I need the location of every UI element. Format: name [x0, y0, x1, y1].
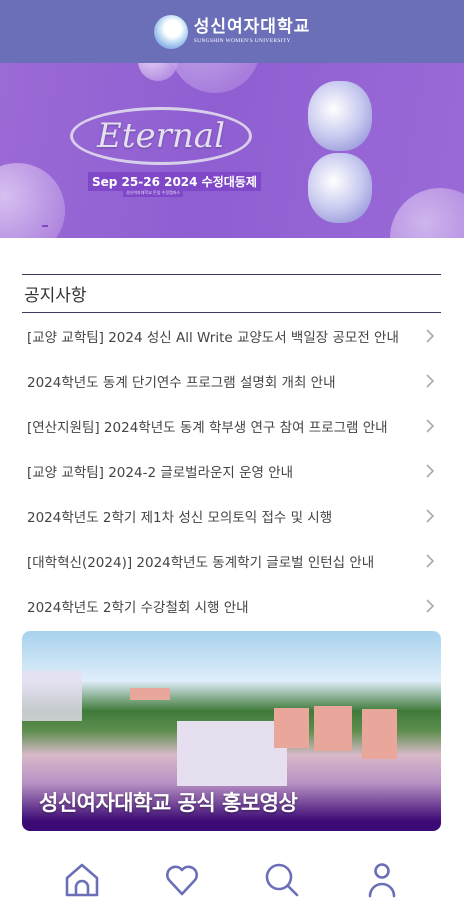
app-header: 성신여자대학교 SUNGSHIN WOMEN'S UNIVERSITY [0, 0, 464, 63]
logo-emblem-icon [153, 14, 188, 49]
search-icon [265, 863, 299, 897]
chevron-right-icon [426, 508, 435, 523]
bubble-decoration [138, 63, 178, 81]
nav-search-button[interactable] [264, 862, 300, 898]
festival-location: 성신여자대학교 돈암 수정캠퍼스 [123, 189, 184, 197]
notice-item[interactable]: 2024학년도 2학기 수강철회 시행 안내 [22, 583, 441, 628]
logo-korean-text: 성신여자대학교 [193, 16, 311, 37]
hourglass-illustration [290, 75, 390, 225]
chevron-right-icon [426, 328, 435, 343]
bubble-decoration [0, 163, 65, 238]
notice-title: 공지사항 [22, 274, 441, 313]
notice-item[interactable]: [교양 교학팀] 2024-2 글로벌라운지 운영 안내 [22, 448, 441, 493]
notice-item[interactable]: [교양 교학팀] 2024 성신 All Write 교양도서 백일장 공모전 … [22, 313, 441, 358]
chevron-right-icon [426, 373, 435, 388]
logo-english-text: SUNGSHIN WOMEN'S UNIVERSITY [193, 37, 291, 44]
notice-item-label: 2024학년도 2학기 수강철회 시행 안내 [27, 599, 249, 616]
bottom-navigation [0, 850, 464, 918]
university-logo[interactable]: 성신여자대학교 SUNGSHIN WOMEN'S UNIVERSITY [153, 14, 311, 49]
notice-item[interactable]: 2024학년도 2학기 제1차 성신 모의토익 접수 및 시행 [22, 493, 441, 538]
nav-profile-button[interactable] [364, 862, 400, 898]
chevron-right-icon [426, 418, 435, 433]
notice-item-label: [교양 교학팀] 2024-2 글로벌라운지 운영 안내 [27, 464, 294, 481]
chevron-right-icon [426, 598, 435, 613]
notice-item-label: 2024학년도 2학기 제1차 성신 모의토익 접수 및 시행 [27, 509, 333, 526]
notice-item-label: [대학혁신(2024)] 2024학년도 동계학기 글로벌 인턴십 안내 [27, 554, 375, 571]
promo-video-banner[interactable]: 성신여자대학교 공식 홍보영상 [22, 631, 441, 831]
heart-icon [166, 865, 198, 896]
chevron-right-icon [426, 463, 435, 478]
notice-item[interactable]: [대학혁신(2024)] 2024학년도 동계학기 글로벌 인턴십 안내 [22, 538, 441, 583]
festival-banner-carousel[interactable]: Eternal Sep 25-26 2024 수정대동제 성신여자대학교 돈암 … [0, 63, 464, 238]
promo-title: 성신여자대학교 공식 홍보영상 [39, 791, 298, 815]
bubble-decoration [170, 63, 260, 93]
festival-title: Eternal [70, 107, 252, 165]
nav-favorites-button[interactable] [164, 862, 200, 898]
banner-fineprint [42, 225, 48, 227]
notice-item[interactable]: 2024학년도 동계 단기연수 프로그램 설명회 개최 안내 [22, 358, 441, 403]
chevron-right-icon [426, 553, 435, 568]
notice-item-label: [교양 교학팀] 2024 성신 All Write 교양도서 백일장 공모전 … [27, 329, 399, 346]
notice-item[interactable]: [연산지원팀] 2024학년도 동계 학부생 연구 참여 프로그램 안내 [22, 403, 441, 448]
nav-home-button[interactable] [64, 862, 100, 898]
notice-section: 공지사항 [교양 교학팀] 2024 성신 All Write 교양도서 백일장… [22, 274, 441, 628]
user-icon [368, 863, 396, 898]
home-icon [65, 863, 99, 897]
notice-item-label: [연산지원팀] 2024학년도 동계 학부생 연구 참여 프로그램 안내 [27, 419, 388, 436]
bubble-decoration [390, 188, 464, 238]
notice-item-label: 2024학년도 동계 단기연수 프로그램 설명회 개최 안내 [27, 374, 336, 391]
